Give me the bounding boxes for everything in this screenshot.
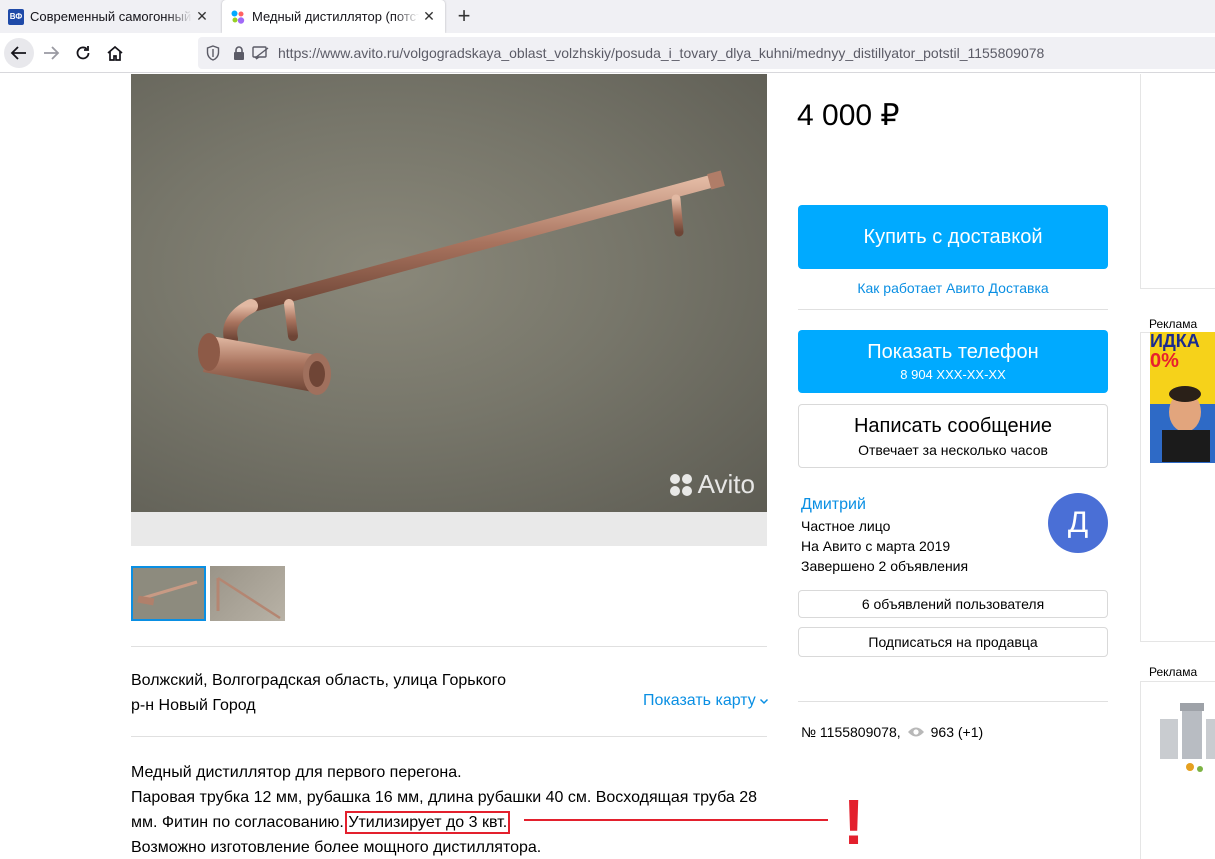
annotation-line — [524, 819, 828, 821]
thumbnail-strip — [131, 566, 285, 621]
ad-label: Реклама — [1149, 317, 1198, 331]
home-button[interactable] — [100, 38, 130, 68]
view-count: 963 (+1) — [930, 724, 984, 740]
description-line: мм. Фитин по согласованию. Утилизирует д… — [131, 810, 771, 835]
divider — [131, 736, 767, 737]
watermark-text: Avito — [697, 469, 755, 499]
thumbnail-1[interactable] — [131, 566, 206, 621]
eye-icon — [907, 727, 924, 737]
main-photo[interactable]: Avito — [131, 74, 767, 512]
avito-favicon-icon — [230, 9, 246, 25]
ad-banner-distillers[interactable] — [1150, 689, 1215, 779]
user-ads-label: 6 объявлений пользователя — [861, 596, 1045, 612]
ad-label: Реклама — [1149, 665, 1198, 679]
page-content: Avito Волжский, Волгоградская область, у… — [0, 74, 1215, 859]
seller-since: На Авито с марта 2019 — [801, 538, 951, 554]
highlighted-text: Утилизирует до 3 квт. — [345, 811, 511, 834]
thumbnail-image — [137, 580, 198, 606]
annotation-exclamation: ! — [843, 786, 865, 858]
divider — [798, 701, 1108, 702]
description: Медный дистиллятор для первого перегона.… — [131, 760, 771, 859]
district-line: р-н Новый Город — [131, 697, 256, 714]
description-text: мм. Фитин по согласованию. — [131, 814, 344, 831]
ad-container-top — [1140, 74, 1215, 289]
chevron-down-icon — [759, 698, 768, 705]
reload-button[interactable] — [68, 38, 98, 68]
masked-phone: 8 904 XXX-XX-XX — [900, 367, 1006, 382]
listing-meta: № 1155809078, 963 (+1) — [801, 724, 983, 740]
tab-title: Современный самогонный аппарат — [30, 9, 192, 24]
shield-icon[interactable] — [206, 45, 220, 61]
description-line: Возможно изготовление более мощного дист… — [131, 839, 542, 856]
address-block: Волжский, Волгоградская область, улица Г… — [131, 668, 506, 718]
subscribe-label: Подписаться на продавца — [868, 634, 1038, 650]
write-message-label: Написать сообщение — [853, 414, 1052, 437]
arrow-right-icon — [44, 46, 60, 60]
buy-button-label: Купить с доставкой — [863, 225, 1043, 248]
new-tab-button[interactable]: + — [452, 3, 476, 28]
show-map-link[interactable]: Показать карту — [643, 692, 769, 710]
show-phone-button[interactable]: Показать телефон 8 904 XXX-XX-XX — [798, 330, 1108, 393]
ad-distiller-image — [1160, 703, 1215, 772]
divider — [131, 646, 767, 647]
back-button[interactable] — [4, 38, 34, 68]
show-phone-label: Показать телефон — [867, 341, 1039, 363]
ad-text: ИДКА — [1150, 332, 1200, 351]
navigation-bar: https://www.avito.ru/volgogradskaya_obla… — [0, 33, 1215, 73]
price: 4 000 ₽ — [797, 99, 900, 132]
avito-watermark: Avito — [669, 469, 755, 500]
tab-title: Медный дистиллятор (потстил) купить — [252, 9, 419, 24]
arrow-left-icon — [10, 46, 26, 60]
description-line: Медный дистиллятор для первого перегона. — [131, 764, 462, 781]
photo-gallery[interactable]: Avito — [131, 74, 767, 546]
seller-completed: Завершено 2 объявления — [801, 558, 969, 574]
user-ads-button[interactable]: 6 объявлений пользователя — [798, 590, 1108, 618]
lock-icon[interactable] — [232, 45, 246, 61]
tab-strip: ВФ Современный самогонный аппарат ✕ Медн… — [0, 0, 1215, 33]
show-map-label: Показать карту — [643, 692, 756, 709]
thumbnail-image — [216, 576, 281, 620]
url-text: https://www.avito.ru/volgogradskaya_obla… — [278, 45, 1045, 61]
reload-icon — [76, 46, 90, 60]
description-line: Паровая трубка 12 мм, рубашка 16 мм, дли… — [131, 789, 758, 806]
address-line: Волжский, Волгоградская область, улица Г… — [131, 672, 507, 689]
ad-text: 0% — [1150, 350, 1179, 372]
tab-active[interactable]: Медный дистиллятор (потстил) купить ✕ — [222, 0, 445, 33]
response-time: Отвечает за несколько часов — [858, 441, 1048, 458]
buy-with-delivery-button[interactable]: Купить с доставкой — [798, 205, 1108, 269]
write-message-button[interactable]: Написать сообщение Отвечает за несколько… — [798, 404, 1108, 468]
seller-type: Частное лицо — [801, 518, 891, 534]
avito-logo-icon — [669, 473, 692, 496]
subscribe-seller-button[interactable]: Подписаться на продавца — [798, 627, 1108, 657]
tab-inactive[interactable]: ВФ Современный самогонный аппарат ✕ — [0, 0, 218, 33]
url-bar[interactable]: https://www.avito.ru/volgogradskaya_obla… — [198, 37, 1215, 69]
seller-name-link[interactable]: Дмитрий — [801, 494, 968, 516]
seller-info: Дмитрий Частное лицо На Авито с марта 20… — [801, 494, 968, 576]
distiller-photo — [198, 170, 725, 395]
vf-favicon-icon: ВФ — [8, 8, 24, 25]
avatar[interactable]: Д — [1048, 493, 1108, 553]
home-icon — [107, 45, 123, 61]
delivery-info-link[interactable]: Как работает Авито Доставка — [798, 280, 1108, 296]
ad-person-image — [1162, 386, 1210, 462]
close-icon[interactable]: ✕ — [419, 7, 439, 27]
permissions-icon[interactable] — [252, 45, 270, 61]
ad-number: № 1155809078, — [801, 724, 901, 740]
ad-banner-sale[interactable]: ИДКА 0% — [1150, 332, 1215, 463]
close-icon[interactable]: ✕ — [192, 7, 212, 27]
forward-button[interactable] — [36, 38, 66, 68]
divider — [798, 309, 1108, 310]
thumbnail-2[interactable] — [210, 566, 285, 621]
